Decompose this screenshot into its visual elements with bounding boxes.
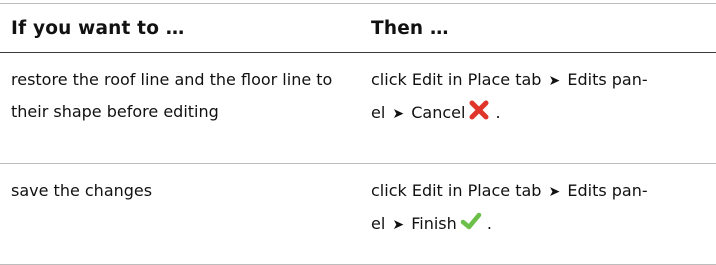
arrow-icon: ➤ (392, 106, 405, 122)
action-text: . (495, 103, 501, 122)
action-text: click Edit in Place tab (371, 70, 542, 89)
header-row: If you want to … Then … (0, 3, 716, 53)
header-action: Then … (357, 3, 716, 53)
arrow-icon: ➤ (392, 217, 405, 233)
action-text: el (371, 214, 386, 233)
arrow-icon: ➤ (548, 73, 561, 89)
cancel-x-icon (468, 99, 490, 131)
arrow-icon: ➤ (548, 184, 561, 200)
action-text: el (371, 103, 386, 122)
instruction-table: If you want to … Then … restore the roof… (0, 3, 716, 265)
action-text: click Edit in Place tab (371, 181, 542, 200)
action-text: Edits pan- (567, 181, 648, 200)
action-text: Finish (411, 214, 457, 233)
finish-checkmark-icon (460, 210, 482, 242)
action-text: . (486, 214, 492, 233)
condition-cell: save the changes (0, 163, 357, 265)
action-cell: click Edit in Place tab ➤ Edits pan-el ➤… (357, 52, 716, 164)
condition-cell: restore the roof line and the floor line… (0, 52, 357, 164)
action-text: Edits pan- (567, 70, 648, 89)
header-condition: If you want to … (0, 3, 357, 53)
table-row: restore the roof line and the floor line… (0, 52, 716, 164)
action-cell: click Edit in Place tab ➤ Edits pan-el ➤… (357, 163, 716, 265)
table-row: save the changes click Edit in Place tab… (0, 163, 716, 265)
action-text: Cancel (411, 103, 466, 122)
